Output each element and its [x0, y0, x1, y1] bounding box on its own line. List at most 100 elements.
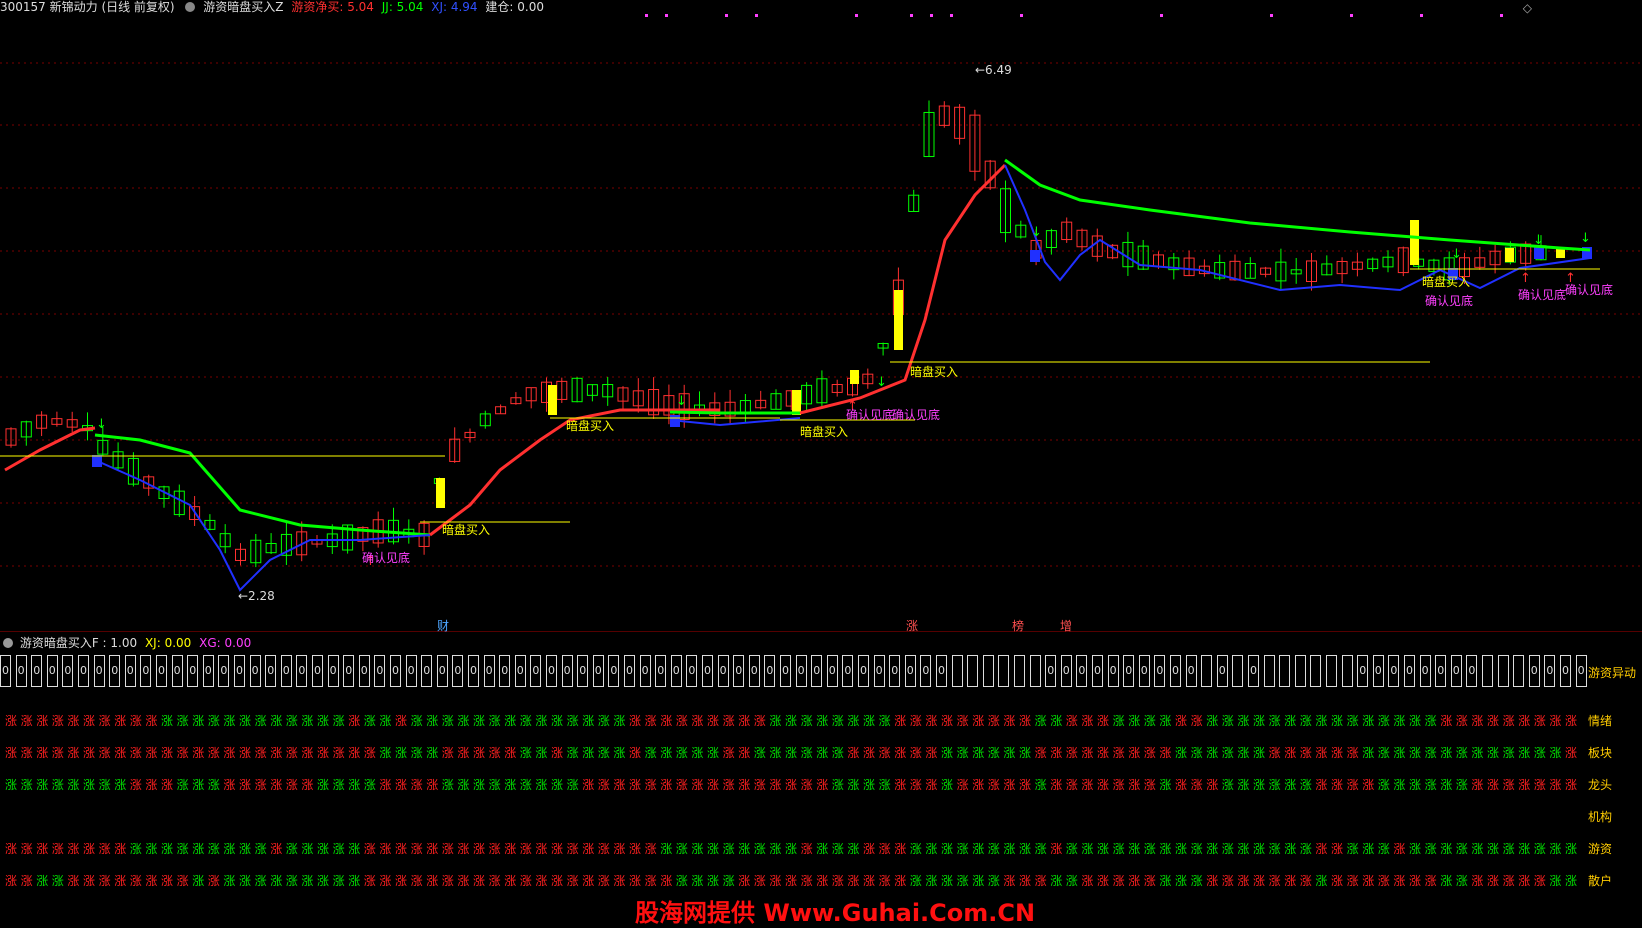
signal-glyph: 涨: [1471, 842, 1484, 856]
signal-glyph: 涨: [145, 778, 158, 792]
signal-glyph: 涨: [1471, 714, 1484, 728]
signal-glyph: 涨: [878, 746, 891, 760]
signal-glyph: 涨: [1565, 874, 1578, 888]
signal-glyph: 涨: [36, 714, 49, 728]
signal-glyph: 涨: [129, 746, 142, 760]
signal-glyph: 涨: [176, 778, 189, 792]
signal-glyph: 涨: [800, 714, 813, 728]
signal-glyph: 涨: [488, 746, 501, 760]
signal-glyph: 涨: [1331, 874, 1344, 888]
signal-glyph: 涨: [707, 874, 720, 888]
zero-cell: 0: [826, 655, 838, 687]
signal-glyph: 涨: [660, 714, 673, 728]
signal-glyph: 涨: [972, 778, 985, 792]
zero-cell: 0: [1419, 655, 1431, 687]
signal-glyph: 涨: [145, 874, 158, 888]
signal-glyph: 涨: [1424, 842, 1437, 856]
signal-glyph: 涨: [831, 746, 844, 760]
signal-glyph: 涨: [1299, 714, 1312, 728]
signal-glyph: 涨: [956, 842, 969, 856]
signal-glyph: 涨: [441, 746, 454, 760]
signal-glyph: 涨: [1362, 874, 1375, 888]
signal-glyph: 涨: [129, 778, 142, 792]
signal-glyph: 涨: [1050, 778, 1063, 792]
zero-cell: 0: [1388, 655, 1400, 687]
jj-value: JJ: 5.04: [381, 0, 424, 14]
signal-glyph: 涨: [1175, 842, 1188, 856]
diamond-icon[interactable]: ◇: [1523, 1, 1532, 15]
signal-glyph: 涨: [1518, 746, 1531, 760]
signal-glyph: 涨: [1315, 778, 1328, 792]
buy-label: 暗盘买入: [800, 424, 848, 439]
signal-glyph: 涨: [566, 778, 579, 792]
signal-glyph: 涨: [254, 746, 267, 760]
panel-collapse-icon[interactable]: [3, 638, 13, 648]
collapse-icon[interactable]: [185, 2, 196, 12]
signal-glyph: 涨: [785, 778, 798, 792]
signal-glyph: 涨: [1471, 874, 1484, 888]
buy-label: 暗盘买入: [566, 418, 614, 433]
signal-glyph: 涨: [98, 778, 111, 792]
signal-glyph: 涨: [192, 874, 205, 888]
signal-glyph: 涨: [1019, 874, 1032, 888]
signal-glyph: 涨: [457, 874, 470, 888]
main-price-chart[interactable]: ↓↓↓↓↓↓ ↓↑↑↑ ↑暗盘买入暗盘买入 暗盘买入暗盘买入暗盘买入确认见底确认见底确…: [0, 0, 1642, 632]
zero-cell: 0: [483, 655, 495, 687]
signal-glyph: 涨: [1362, 842, 1375, 856]
signal-glyph: 涨: [738, 746, 751, 760]
signal-glyph: 涨: [114, 874, 127, 888]
row-label-youzi: 游资: [1588, 842, 1613, 856]
signal-glyph: 涨: [722, 746, 735, 760]
signal-glyph: 涨: [1019, 746, 1032, 760]
signal-glyph: 涨: [1315, 714, 1328, 728]
signal-glyph: 涨: [395, 778, 408, 792]
signal-glyph: 涨: [707, 842, 720, 856]
signal-glyph: 涨: [629, 778, 642, 792]
zero-cell: 0: [140, 655, 152, 687]
signal-glyph: 涨: [831, 714, 844, 728]
signal-glyph: 涨: [894, 714, 907, 728]
signal-glyph: 涨: [582, 842, 595, 856]
signal-glyph: 涨: [972, 714, 985, 728]
signal-glyph: 涨: [488, 714, 501, 728]
signal-glyph: 涨: [410, 778, 423, 792]
zero-cell: [1279, 655, 1291, 687]
signal-glyph: 涨: [20, 778, 33, 792]
signal-glyph: 涨: [129, 874, 142, 888]
signal-glyph: 涨: [285, 842, 298, 856]
signal-glyph: 涨: [1284, 746, 1297, 760]
signal-glyph: 涨: [5, 714, 18, 728]
top-signal-dot: [1020, 14, 1023, 17]
signal-glyph: 涨: [1393, 778, 1406, 792]
green-arrow-icon: ↓: [96, 417, 107, 432]
signal-glyph: 涨: [597, 778, 610, 792]
zero-cell: 0: [592, 655, 604, 687]
signal-glyph: 涨: [67, 746, 80, 760]
signal-glyph: 涨: [317, 778, 330, 792]
signal-glyph: 涨: [332, 714, 345, 728]
signal-glyph: 涨: [176, 842, 189, 856]
signal-glyph: 涨: [270, 874, 283, 888]
signal-glyph: 涨: [1112, 778, 1125, 792]
signal-glyph: 涨: [1518, 842, 1531, 856]
signal-glyph: 涨: [972, 842, 985, 856]
signal-glyph: 涨: [1440, 778, 1453, 792]
indicator-name: 游资暗盘买入Z: [203, 0, 284, 14]
signal-glyph: 涨: [1034, 842, 1047, 856]
signal-glyph: 涨: [363, 714, 376, 728]
row-label-youzi-yidong: 游资异动: [1588, 666, 1637, 680]
signal-glyph: 涨: [769, 746, 782, 760]
top-signal-dot: [1270, 14, 1273, 17]
signal-glyph: 涨: [192, 778, 205, 792]
signal-glyph: 涨: [176, 746, 189, 760]
signal-glyph: 涨: [738, 778, 751, 792]
signal-glyph: 涨: [660, 778, 673, 792]
signal-glyph: 涨: [1206, 842, 1219, 856]
zero-cell: 0: [1560, 655, 1571, 687]
signal-glyph: 涨: [629, 746, 642, 760]
signal-glyph: 涨: [753, 714, 766, 728]
signal-glyph: 涨: [1190, 842, 1203, 856]
signal-glyph: 涨: [379, 874, 392, 888]
signal-glyph: 涨: [535, 874, 548, 888]
signal-glyph: 涨: [551, 778, 564, 792]
